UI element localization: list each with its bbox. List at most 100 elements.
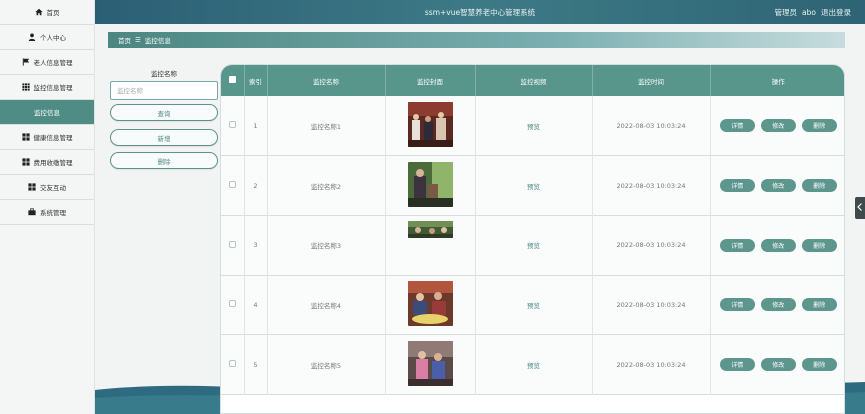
- column-header: 操作: [771, 77, 785, 86]
- detail-button[interactable]: 详情: [719, 298, 755, 312]
- sidebar-item-monitor-manage[interactable]: 监控信息管理: [0, 75, 94, 100]
- row-select-cell: [221, 215, 245, 276]
- row-actions: 详情 修改 删除: [710, 334, 844, 395]
- grid-icon: [28, 183, 36, 191]
- search-panel: 监控名称 查询 新增 删除: [110, 68, 218, 169]
- row-checkbox[interactable]: [228, 121, 236, 129]
- search-label: 监控名称: [151, 70, 177, 78]
- collapse-handle[interactable]: [855, 197, 865, 219]
- row-select-cell: [221, 96, 245, 156]
- app-title: ssm+vue智慧养老中心管理系统: [424, 7, 536, 17]
- row-actions: 详情 修改 删除: [710, 215, 844, 276]
- monitor-cover-image[interactable]: [407, 341, 453, 387]
- edit-button[interactable]: 修改: [760, 179, 796, 193]
- logout-link[interactable]: 退出登录: [821, 7, 851, 18]
- sidebar-item-elder-info[interactable]: 老人信息管理: [0, 50, 94, 75]
- briefcase-icon: [28, 208, 36, 216]
- video-preview-link[interactable]: 预览: [527, 183, 540, 191]
- row-name: 监控名称5: [267, 334, 386, 395]
- row-time: 2022-08-03 10:03:24: [592, 215, 711, 276]
- row-select-cell: [221, 334, 245, 395]
- add-button[interactable]: 新增: [110, 129, 218, 146]
- breadcrumb-separator-icon: ☰: [135, 36, 141, 44]
- edit-button[interactable]: 修改: [760, 119, 796, 133]
- header-user-area: 管理员 abo 退出登录: [775, 0, 851, 24]
- video-preview-link[interactable]: 预览: [527, 302, 540, 310]
- detail-button[interactable]: 详情: [719, 238, 755, 252]
- search-input[interactable]: [110, 81, 218, 100]
- top-header: ssm+vue智慧养老中心管理系统: [95, 0, 865, 24]
- row-cover-cell: [385, 155, 476, 216]
- delete-button[interactable]: 删除: [801, 238, 837, 252]
- username: abo: [802, 7, 816, 17]
- video-preview-link[interactable]: 预览: [527, 242, 540, 250]
- sidebar-item-monitor-info[interactable]: 监控信息: [0, 100, 94, 125]
- select-all-header[interactable]: [221, 65, 245, 96]
- breadcrumb: 首页 ☰ 监控信息: [108, 32, 845, 48]
- edit-button[interactable]: 修改: [760, 298, 796, 312]
- sidebar-item-home[interactable]: 首页: [0, 0, 94, 25]
- sidebar-item-social[interactable]: 交友互动: [0, 175, 94, 200]
- video-preview-link[interactable]: 预览: [527, 123, 540, 131]
- delete-button[interactable]: 删除: [801, 119, 837, 133]
- detail-button[interactable]: 详情: [719, 179, 755, 193]
- row-name: 监控名称3: [267, 215, 386, 276]
- row-name: 监控名称4: [267, 275, 386, 335]
- select-all-checkbox[interactable]: [228, 76, 236, 83]
- sidebar-item-label: 个人中心: [40, 34, 66, 42]
- sidebar-item-label: 系统管理: [40, 209, 66, 217]
- monitor-cover-image[interactable]: [407, 162, 453, 208]
- row-checkbox[interactable]: [228, 360, 236, 368]
- user-role: 管理员: [774, 7, 798, 17]
- monitor-cover-image[interactable]: [407, 220, 453, 238]
- sidebar-item-health-info[interactable]: 健康信息管理: [0, 125, 94, 150]
- monitor-cover-image[interactable]: [407, 102, 453, 148]
- row-cover-cell: [385, 96, 476, 156]
- table-row: 3 监控名称3 预览 2022-08-03 10:03:24 详情 修改 删除: [221, 215, 844, 276]
- row-checkbox[interactable]: [228, 181, 236, 189]
- grid-icon: [21, 133, 30, 141]
- row-select-cell: [221, 155, 245, 216]
- row-time: 2022-08-03 10:03:24: [592, 96, 711, 156]
- delete-button[interactable]: 删除: [801, 298, 837, 312]
- row-checkbox[interactable]: [228, 240, 236, 248]
- home-icon: [34, 8, 43, 16]
- row-video-cell: 预览: [475, 334, 593, 395]
- row-cover-cell: [385, 334, 476, 395]
- table-row: 4 监控名称4 预览 2022-08-03 10:03:24 详情 修改 删除: [221, 275, 844, 335]
- delete-button[interactable]: 删除: [801, 358, 837, 372]
- grid-icon: [21, 158, 30, 166]
- sidebar: 首页 个人中心 老人信息管理 监控信息管理 监控信息 健康信息管理 费用收缴管理: [0, 0, 95, 414]
- column-header: 监控视频: [475, 65, 593, 96]
- sidebar-item-label: 老人信息管理: [33, 59, 73, 67]
- grid-icon: [21, 83, 30, 91]
- breadcrumb-home[interactable]: 首页: [118, 35, 131, 45]
- row-checkbox[interactable]: [228, 300, 236, 308]
- row-name: 监控名称1: [267, 96, 386, 156]
- batch-delete-button[interactable]: 删除: [110, 152, 218, 169]
- sidebar-item-fee-collection[interactable]: 费用收缴管理: [0, 150, 94, 175]
- detail-button[interactable]: 详情: [719, 119, 755, 133]
- column-header: 监控封面: [385, 65, 476, 96]
- edit-button[interactable]: 修改: [760, 358, 796, 372]
- sidebar-item-label: 监控信息管理: [33, 84, 73, 92]
- row-video-cell: 预览: [475, 275, 593, 335]
- row-index: 1: [244, 96, 268, 156]
- sidebar-item-system[interactable]: 系统管理: [0, 200, 94, 225]
- table-header-row: 索引 监控名称 监控封面 监控视频 监控时间 操作: [221, 65, 844, 96]
- chevron-left-icon: [857, 203, 863, 213]
- sidebar-item-label: 费用收缴管理: [33, 159, 73, 167]
- edit-button[interactable]: 修改: [760, 238, 796, 252]
- row-actions: 详情 修改 删除: [710, 96, 844, 156]
- sidebar-item-personal-center[interactable]: 个人中心: [0, 25, 94, 50]
- delete-button[interactable]: 删除: [801, 179, 837, 193]
- query-button[interactable]: 查询: [110, 104, 218, 121]
- monitor-cover-image[interactable]: [407, 281, 453, 327]
- detail-button[interactable]: 详情: [719, 358, 755, 372]
- sidebar-item-label: 监控信息: [34, 109, 60, 117]
- row-index: 5: [244, 334, 268, 395]
- row-index: 2: [244, 155, 268, 216]
- row-time: 2022-08-03 10:03:24: [592, 275, 711, 335]
- video-preview-link[interactable]: 预览: [527, 362, 540, 370]
- column-header: 监控时间: [592, 65, 711, 96]
